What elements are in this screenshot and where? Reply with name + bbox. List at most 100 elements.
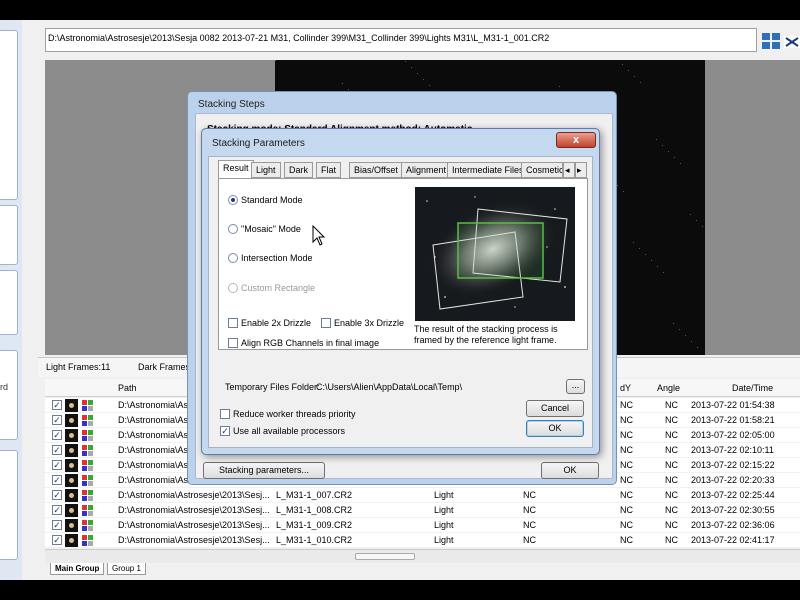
sidebar-panel-4[interactable] <box>0 350 18 440</box>
row-checkbox[interactable]: ✓ <box>52 415 62 425</box>
label-mosaic-mode: "Mosaic" Mode <box>241 224 301 234</box>
rgb-channels-icon <box>81 399 94 412</box>
row-dy: NC <box>620 445 633 455</box>
row-datetime: 2013-07-22 02:41:17 <box>691 535 775 545</box>
column-datetime[interactable]: Date/Time <box>732 383 773 393</box>
tab-intermediate-files[interactable]: Intermediate Files <box>447 162 529 178</box>
row-file: L_M31-1_009.CR2 <box>276 520 353 530</box>
tab-group-1[interactable]: Group 1 <box>107 563 146 575</box>
tab-scroll-left-icon[interactable]: ◂ <box>563 162 575 178</box>
radio-intersection-mode[interactable] <box>228 253 238 263</box>
tab-scroll-right-icon[interactable]: ▸ <box>575 162 587 178</box>
label-custom-rectangle: Custom Rectangle <box>241 283 316 293</box>
row-dy: NC <box>620 400 633 410</box>
tab-bias-offset[interactable]: Bias/Offset <box>349 162 403 178</box>
tab-cosmetic[interactable]: Cosmetic <box>521 162 563 178</box>
tab-light[interactable]: Light <box>251 162 281 178</box>
close-icon[interactable]: x <box>556 132 596 148</box>
row-type: Light <box>434 520 454 530</box>
rgb-channels-icon <box>81 504 94 517</box>
radio-mosaic-mode[interactable] <box>228 224 238 234</box>
rgb-channels-icon <box>81 474 94 487</box>
label-standard-mode: Standard Mode <box>241 195 303 205</box>
row-datetime: 2013-07-22 01:54:38 <box>691 400 775 410</box>
row-dx: NC <box>523 520 536 530</box>
row-dy: NC <box>620 505 633 515</box>
column-path[interactable]: Path <box>118 383 137 393</box>
row-checkbox[interactable]: ✓ <box>52 445 62 455</box>
ok-button[interactable]: OK <box>526 420 584 437</box>
steps-ok-button[interactable]: OK <box>541 462 599 479</box>
horizontal-scrollbar[interactable] <box>45 549 800 563</box>
row-angle: NC <box>665 520 678 530</box>
temp-folder-value: C:\Users\Alien\AppData\Local\Temp\ <box>316 382 463 392</box>
row-type: Light <box>434 535 454 545</box>
row-path: D:\Astronomia\As <box>118 460 189 470</box>
row-checkbox[interactable]: ✓ <box>52 520 62 530</box>
tab-dark[interactable]: Dark <box>284 162 314 178</box>
row-angle: NC <box>665 475 678 485</box>
frame-thumbnail-icon <box>65 489 78 502</box>
tab-result-active[interactable]: Result <box>218 160 254 179</box>
row-path: D:\Astronomia\Astrosesje\2013\Sesj... <box>118 505 270 515</box>
row-angle: NC <box>665 505 678 515</box>
sidebar-panel-1[interactable] <box>0 30 18 200</box>
checkbox-drizzle-2x[interactable] <box>228 318 238 328</box>
tab-main-group[interactable]: Main Group <box>50 563 105 575</box>
row-checkbox[interactable]: ✓ <box>52 430 62 440</box>
row-checkbox[interactable]: ✓ <box>52 460 62 470</box>
row-path: D:\Astronomia\Astrosesje\2013\Sesj... <box>118 520 270 530</box>
dark-frames-count: Dark Frames <box>138 362 191 372</box>
table-row[interactable]: ✓ D:\Astronomia\Astrosesje\2013\Sesj... L_… <box>45 518 800 533</box>
browse-button[interactable]: ... <box>566 379 585 394</box>
row-datetime: 2013-07-22 02:20:33 <box>691 475 775 485</box>
row-type: Light <box>434 505 454 515</box>
row-angle: NC <box>665 535 678 545</box>
frame-thumbnail-icon <box>65 444 78 457</box>
sidebar-panel-3[interactable] <box>0 270 18 335</box>
checkbox-use-all-processors[interactable]: ✓ <box>220 426 230 436</box>
rgb-channels-icon <box>81 444 94 457</box>
current-file-path: D:\Astronomia\Astrosesje\2013\Sesja 0082… <box>45 28 757 52</box>
row-dy: NC <box>620 520 633 530</box>
result-illustration <box>415 187 575 321</box>
sidebar-panel-5[interactable] <box>0 450 18 560</box>
stacking-parameters-button[interactable]: Stacking parameters... <box>203 462 325 479</box>
row-file: L_M31-1_007.CR2 <box>276 490 353 500</box>
row-checkbox[interactable]: ✓ <box>52 490 62 500</box>
cancel-button[interactable]: Cancel <box>526 400 584 417</box>
row-checkbox[interactable]: ✓ <box>52 475 62 485</box>
radio-standard-mode[interactable] <box>228 195 238 205</box>
checkbox-drizzle-3x[interactable] <box>321 318 331 328</box>
checkbox-reduce-threads[interactable] <box>220 409 230 419</box>
table-row[interactable]: ✓ D:\Astronomia\Astrosesje\2013\Sesj... L_… <box>45 533 800 548</box>
row-checkbox[interactable]: ✓ <box>52 535 62 545</box>
rgb-channels-icon <box>81 429 94 442</box>
tab-alignment[interactable]: Alignment <box>401 162 452 178</box>
row-angle: NC <box>665 430 678 440</box>
table-row[interactable]: ✓ D:\Astronomia\Astrosesje\2013\Sesj... L_… <box>45 488 800 503</box>
row-datetime: 2013-07-22 02:10:11 <box>691 445 774 455</box>
row-dx: NC <box>523 490 536 500</box>
sidebar-panel-2[interactable] <box>0 205 18 265</box>
column-angle[interactable]: Angle <box>657 383 680 393</box>
checkbox-align-rgb[interactable] <box>228 338 238 348</box>
scrollbar-thumb[interactable] <box>355 553 415 560</box>
row-datetime: 2013-07-22 02:15:22 <box>691 460 775 470</box>
row-angle: NC <box>665 460 678 470</box>
tab-flat[interactable]: Flat <box>316 162 342 178</box>
row-file: L_M31-1_010.CR2 <box>276 535 353 545</box>
row-dy: NC <box>620 535 633 545</box>
row-checkbox[interactable]: ✓ <box>52 505 62 515</box>
frame-thumbnail-icon <box>65 504 78 517</box>
stacking-parameters-title: Stacking Parameters <box>212 138 305 149</box>
label-intersection-mode: Intersection Mode <box>241 253 313 263</box>
row-checkbox[interactable]: ✓ <box>52 400 62 410</box>
label-use-all-processors: Use all available processors <box>233 426 346 436</box>
row-dy: NC <box>620 460 633 470</box>
row-dy: NC <box>620 415 633 425</box>
column-dy[interactable]: dY <box>620 383 631 393</box>
table-row[interactable]: ✓ D:\Astronomia\Astrosesje\2013\Sesj... L_… <box>45 503 800 518</box>
rgb-channels-icon <box>81 519 94 532</box>
group-tabs: Main Group Group 1 <box>30 563 800 575</box>
